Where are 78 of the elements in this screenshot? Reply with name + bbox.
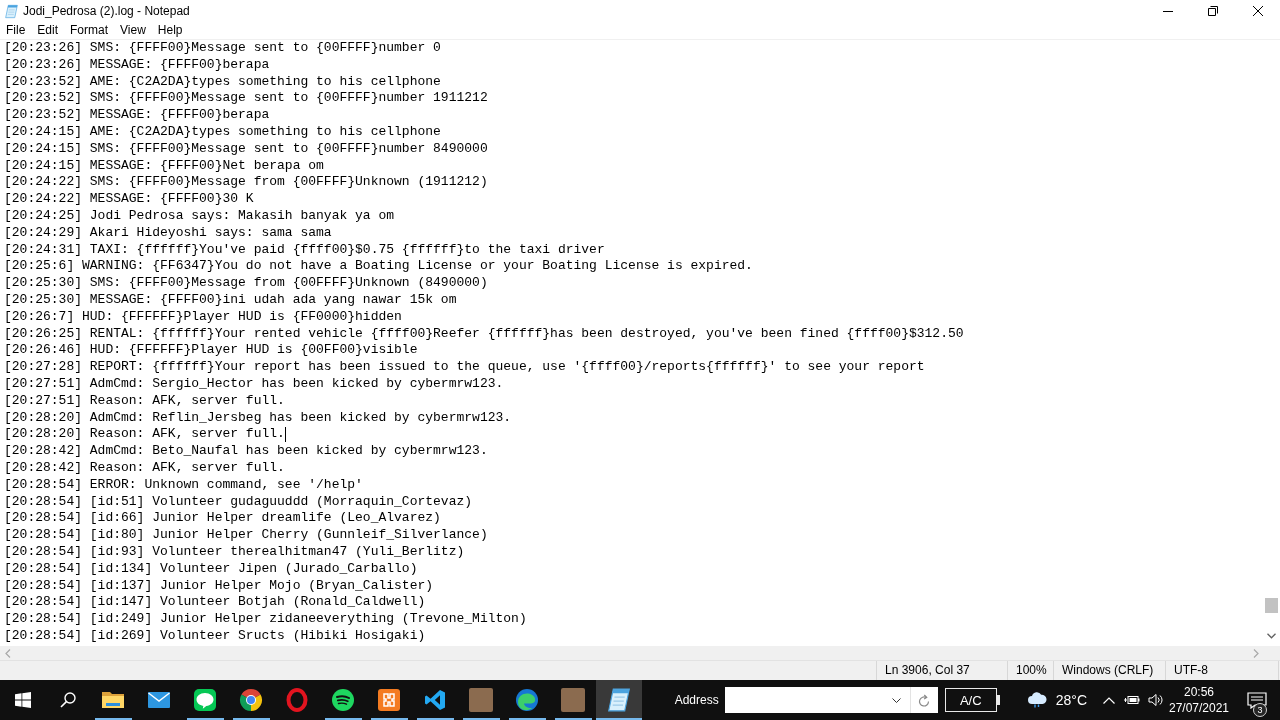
log-line: [20:25:30] SMS: {FFFF00}Message from {00FFFF}Unknown (8490000) — [4, 275, 488, 292]
clock-time: 20:56 — [1184, 684, 1214, 700]
notification-icon[interactable] — [1247, 691, 1267, 709]
swirl-icon — [515, 688, 539, 712]
notepad-icon — [607, 688, 631, 712]
log-line: [20:23:52] SMS: {FFFF00}Message sent to {00FFFF}number 1911212 — [4, 90, 488, 108]
notepad-icon — [5, 3, 18, 19]
log-line: [20:28:42] AdmCmd: Beto_Naufal has been kicked by cybermrw123. — [4, 443, 488, 460]
log-line: [20:28:54] [id:66] Junior Helper dreamlife (Leo_Alvarez) — [4, 510, 441, 528]
window-title: Jodi_Pedrosa (2).log - Notepad — [23, 4, 191, 18]
code-editor-icon — [423, 688, 447, 712]
menu-item[interactable]: Format — [64, 22, 115, 39]
minimize-icon — [1162, 10, 1173, 12]
log-line: [20:28:54] [id:137] Junior Helper Mojo (Bryan_Calister) — [4, 577, 434, 595]
mail-icon — [147, 691, 171, 709]
tile-icon — [377, 688, 401, 712]
notification-count: 3 — [1253, 703, 1267, 717]
menu-item[interactable]: View — [114, 22, 152, 39]
log-line: [20:28:54] [id:269] Volunteer Sructs (Hibiki Hosigaki) — [4, 627, 426, 645]
log-line: [20:24:31] TAXI: {ffffff}You've paid {ffff00}$0.75 {ffffff}to the taxi driver — [4, 241, 605, 259]
log-line: [20:23:52] AME: {C2A2DA}types something to his cellphone — [4, 73, 441, 91]
clock-date: 27/07/2021 — [1168, 700, 1230, 716]
volume-icon[interactable] — [1148, 693, 1164, 707]
log-line: [20:27:51] AdmCmd: Sergio_Hector has been kicked by cybermrw123. — [4, 375, 504, 393]
log-line: [20:24:15] MESSAGE: {FFFF00}Net berapa om — [4, 157, 324, 175]
refresh-button[interactable] — [909, 687, 938, 713]
log-line: [20:24:25] Jodi Pedrosa says: Makasih banyak ya om — [4, 207, 395, 225]
chevron-up-icon[interactable] — [1103, 696, 1115, 704]
ring-icon — [286, 688, 308, 712]
chat-bubble-icon — [193, 688, 217, 712]
log-line: [20:23:52] MESSAGE: {FFFF00}berapa — [4, 107, 270, 124]
log-line: [20:24:15] SMS: {FFFF00}Message sent to {00FFFF}number 8490000 — [4, 140, 488, 158]
log-line: [20:28:42] Reason: AFK, server full. — [4, 459, 285, 477]
menu-item[interactable]: File — [0, 22, 32, 39]
log-line: [20:24:15] AME: {C2A2DA}types something to his cellphone — [4, 124, 441, 141]
log-line: [20:28:54] [id:147] Volunteer Botjah (Ronald_Caldwell) — [4, 594, 426, 612]
log-line: [20:28:54] [id:93] Volunteer therealhitman47 (Yuli_Berlitz) — [4, 543, 465, 561]
log-line: [20:23:26] MESSAGE: {FFFF00}berapa — [4, 56, 270, 74]
log-line: [20:24:29] Akari Hideyoshi says: sama sama — [4, 224, 332, 242]
log-line: [20:28:54] ERROR: Unknown command, see '/help' — [4, 476, 363, 494]
sound-arcs-icon — [331, 688, 355, 712]
close-icon — [1252, 6, 1263, 16]
log-line: [20:26:7] HUD: {FFFFFF}Player HUD is {FF0000}hidden — [4, 308, 402, 326]
log-line: [20:23:26] SMS: {FFFF00}Message sent to {00FFFF}number 0 — [4, 40, 441, 57]
power-source-indicator: A/C — [944, 688, 1000, 712]
temperature-text: 28°C — [1055, 692, 1087, 708]
plug-battery-icon[interactable] — [1124, 694, 1140, 706]
scroll-down-icon[interactable] — [1267, 633, 1276, 639]
windows-logo-icon — [15, 692, 31, 708]
menu-item[interactable]: Help — [151, 22, 189, 39]
restore-icon — [1207, 6, 1218, 16]
refresh-icon — [918, 693, 931, 707]
log-line: [20:24:22] MESSAGE: {FFFF00}30 K — [4, 191, 254, 208]
log-line: [20:28:54] [id:249] Junior Helper zidaneeverything (Trevone_Milton) — [4, 611, 527, 628]
log-line: [20:28:20] Reason: AFK, server full. — [4, 426, 285, 444]
log-line: [20:26:25] RENTAL: {ffffff}Your rented vehicle {ffff00}Reefer {ffffff}has been destroyed, you've been fined {ffff00}$312.50 — [4, 325, 964, 343]
log-line: [20:28:54] [id:51] Volunteer gudaguuddd (Morraquin_Cortevaz) — [4, 493, 473, 511]
folder-icon — [101, 690, 125, 710]
log-line: [20:27:51] Reason: AFK, server full. — [4, 392, 285, 410]
log-line: [20:28:20] AdmCmd: Reflin_Jersbeg has been kicked by cybermrw123. — [4, 409, 512, 427]
log-line: [20:25:6] WARNING: {FF6347}You do not have a Boating License or your Boating License is expired. — [4, 258, 753, 276]
image-placeholder-icon — [561, 688, 585, 712]
scrollbar-thumb[interactable] — [1265, 598, 1278, 613]
taskbar-button[interactable] — [596, 680, 642, 720]
log-line: [20:27:28] REPORT: {ffffff}Your report has been issued to the queue, use '{ffff00}/reports{ffffff}' to see your report — [4, 359, 925, 376]
cloud-rain-icon[interactable] — [1026, 692, 1047, 708]
image-placeholder-icon — [469, 688, 493, 712]
log-line: [20:26:46] HUD: {FFFFFF}Player HUD is {00FF00}visible — [4, 342, 418, 360]
log-line: [20:25:30] MESSAGE: {FFFF00}ini udah ada yang nawar 15k om — [4, 291, 457, 309]
search-icon — [60, 692, 76, 708]
log-line: [20:28:54] [id:134] Volunteer Jipen (Jurado_Carballo) — [4, 560, 418, 578]
menu-item[interactable]: Edit — [31, 22, 65, 39]
address-label: Address — [674, 693, 719, 707]
log-line: [20:24:22] SMS: {FFFF00}Message from {00FFFF}Unknown (1911212) — [4, 174, 488, 192]
segmented-circle-icon — [239, 688, 263, 712]
chevron-down-icon[interactable] — [891, 697, 901, 703]
address-field[interactable] — [724, 687, 910, 713]
log-line: [20:28:54] [id:80] Junior Helper Cherry (Gunnleif_Silverlance) — [4, 527, 488, 544]
